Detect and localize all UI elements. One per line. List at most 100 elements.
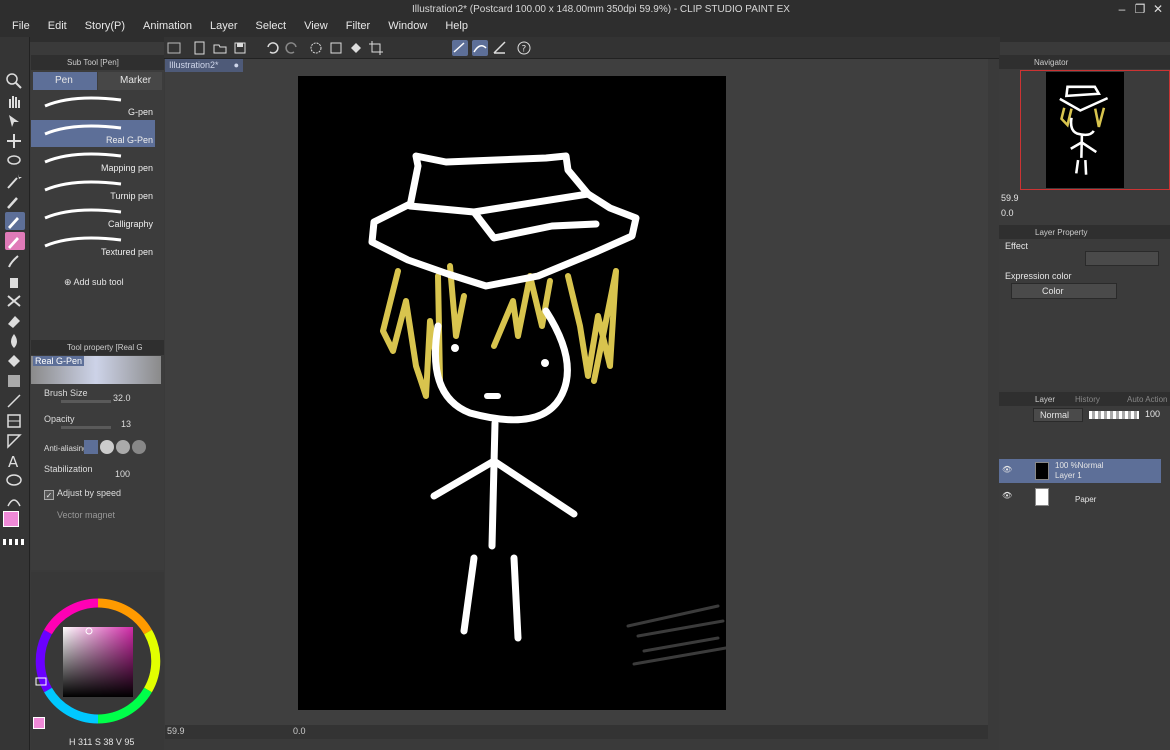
- brush-item[interactable]: Calligraphy: [31, 204, 155, 231]
- pen-tool-icon[interactable]: [5, 212, 25, 230]
- navigator-view[interactable]: [1020, 70, 1170, 190]
- adjust-speed-checkbox[interactable]: ✓: [44, 490, 54, 500]
- text-tool-icon[interactable]: A: [5, 452, 25, 471]
- navigator-zoom[interactable]: 59.9: [1001, 193, 1019, 203]
- tab-auto-action[interactable]: Auto Action: [1127, 395, 1167, 404]
- add-sub-tool-button[interactable]: ⊕ Add sub tool: [64, 277, 124, 288]
- opacity-value[interactable]: 13: [121, 419, 131, 429]
- frame-border-icon[interactable]: [5, 412, 25, 430]
- brush-size-value[interactable]: 32.0: [113, 393, 131, 403]
- vector-magnet-label: Vector magnet: [57, 510, 116, 520]
- fill-icon[interactable]: [348, 40, 364, 56]
- gradient-icon[interactable]: [5, 372, 25, 390]
- visibility-eye-icon[interactable]: 👁: [1002, 491, 1012, 500]
- zoom-tool-icon[interactable]: [5, 72, 25, 90]
- layer-opacity-slider[interactable]: [1089, 411, 1139, 419]
- lasso-icon[interactable]: [5, 152, 25, 170]
- magic-wand-icon[interactable]: [5, 172, 25, 190]
- tab-layer[interactable]: Layer: [1035, 395, 1055, 404]
- pencil-tool-icon[interactable]: [5, 232, 25, 250]
- minimize-icon[interactable]: –: [1114, 2, 1130, 16]
- aa-weak-icon[interactable]: [100, 440, 114, 454]
- transform-icon[interactable]: [328, 40, 344, 56]
- tab-document[interactable]: Illustration2* ●: [165, 59, 243, 72]
- menu-view[interactable]: View: [304, 18, 328, 38]
- menu-window[interactable]: Window: [388, 18, 427, 38]
- correct-line-icon[interactable]: [5, 492, 25, 510]
- color-wheel[interactable]: [31, 594, 164, 726]
- move-layer-icon[interactable]: [5, 132, 25, 150]
- menu-animation[interactable]: Animation: [143, 18, 192, 38]
- current-color-swatch[interactable]: [33, 717, 45, 729]
- layer-opacity-value[interactable]: 100: [1145, 409, 1160, 419]
- menu-layer[interactable]: Layer: [210, 18, 238, 38]
- decoration-icon[interactable]: [5, 292, 25, 310]
- stabilization-value[interactable]: 100: [115, 469, 130, 479]
- zoom-readout[interactable]: 59.9: [167, 726, 185, 736]
- operation-tool-icon[interactable]: [5, 112, 25, 130]
- menu-filter[interactable]: Filter: [346, 18, 370, 38]
- blend-icon[interactable]: [5, 332, 25, 350]
- brush-item[interactable]: Mapping pen: [31, 148, 155, 175]
- close-icon[interactable]: ✕: [1150, 2, 1166, 16]
- menu-help[interactable]: Help: [445, 18, 468, 38]
- new-file-icon[interactable]: [192, 40, 208, 56]
- brush-item[interactable]: Real G-Pen: [31, 120, 155, 147]
- snap-grid-icon[interactable]: [492, 40, 508, 56]
- menu-edit[interactable]: Edit: [48, 18, 67, 38]
- eraser-icon[interactable]: [5, 312, 25, 330]
- layer-row[interactable]: 👁 100 %Normal Layer 1: [999, 459, 1161, 483]
- main-color-swatch[interactable]: [3, 511, 19, 527]
- balloon-icon[interactable]: [5, 472, 25, 490]
- brush-size-slider[interactable]: [61, 400, 111, 403]
- transparent-color-icon[interactable]: [3, 539, 27, 545]
- brush-item[interactable]: G-pen: [31, 92, 155, 119]
- expression-color-dropdown[interactable]: Color: [1011, 283, 1117, 299]
- brush-item[interactable]: Textured pen: [31, 232, 155, 259]
- adjust-speed-label: Adjust by speed: [57, 488, 122, 498]
- drawing-strokes: [368, 152, 728, 666]
- effect-label: Effect: [1005, 241, 1028, 251]
- snap-special-ruler-icon[interactable]: [472, 40, 488, 56]
- clear-icon[interactable]: [308, 40, 324, 56]
- aa-mid-icon[interactable]: [116, 440, 130, 454]
- anti-aliasing-selector[interactable]: [84, 440, 152, 454]
- navigator-angle[interactable]: 0.0: [1001, 208, 1014, 218]
- aa-none-icon[interactable]: [84, 440, 98, 454]
- brush-item[interactable]: Turnip pen: [31, 176, 155, 203]
- visibility-eye-icon[interactable]: 👁: [1002, 465, 1012, 474]
- figure-icon[interactable]: [5, 392, 25, 410]
- eyedropper-icon[interactable]: [5, 192, 25, 210]
- home-icon[interactable]: [166, 40, 182, 56]
- tab-marker[interactable]: Marker: [98, 72, 162, 90]
- undo-icon[interactable]: [264, 40, 280, 56]
- menu-select[interactable]: Select: [256, 18, 287, 38]
- help-icon[interactable]: ?: [516, 40, 532, 56]
- airbrush-icon[interactable]: [5, 272, 25, 290]
- opacity-slider[interactable]: [61, 426, 111, 429]
- maximize-icon[interactable]: ❐: [1132, 2, 1148, 16]
- drawing-canvas[interactable]: [298, 76, 728, 710]
- save-icon[interactable]: [232, 40, 248, 56]
- menu-bar: File Edit Story(P) Animation Layer Selec…: [0, 18, 474, 38]
- menu-story[interactable]: Story(P): [85, 18, 125, 38]
- fill-tool-icon[interactable]: [5, 352, 25, 370]
- tab-history[interactable]: History: [1075, 395, 1100, 404]
- ruler-icon[interactable]: [5, 432, 25, 450]
- redo-icon[interactable]: [284, 40, 300, 56]
- brush-tool-icon[interactable]: [5, 252, 25, 270]
- layer-row[interactable]: 👁 Paper: [999, 485, 1161, 509]
- blend-mode-value: Normal: [1040, 410, 1070, 420]
- layer-panel-tabs: Layer History Auto Action: [999, 392, 1170, 406]
- open-file-icon[interactable]: [212, 40, 228, 56]
- menu-file[interactable]: File: [12, 18, 30, 38]
- aa-strong-icon[interactable]: [132, 440, 146, 454]
- blend-mode-dropdown[interactable]: Normal: [1033, 408, 1083, 422]
- tab-pen[interactable]: Pen: [33, 72, 97, 90]
- crop-icon[interactable]: [368, 40, 384, 56]
- effect-buttons[interactable]: [1085, 251, 1159, 266]
- rotate-readout[interactable]: 0.0: [293, 726, 306, 736]
- hand-tool-icon[interactable]: [5, 92, 25, 110]
- tab-close-icon[interactable]: ●: [234, 60, 239, 70]
- snap-ruler-icon[interactable]: [452, 40, 468, 56]
